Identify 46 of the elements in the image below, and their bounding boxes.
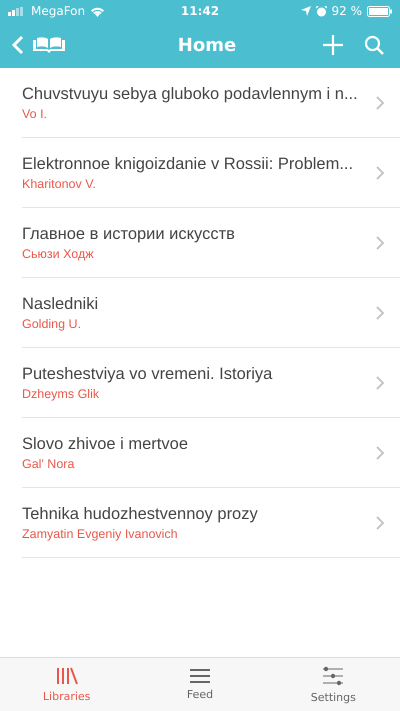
chevron-right-icon: [376, 166, 384, 180]
book-author: Gal' Nora: [22, 456, 76, 470]
book-title: Puteshestviya vo vremeni. Istoriya: [22, 364, 274, 384]
chevron-right-icon: [376, 236, 384, 250]
wifi-icon: [90, 6, 106, 16]
alarm-icon: [316, 6, 326, 16]
chevron-right-icon: [376, 376, 384, 390]
open-book-icon[interactable]: [32, 36, 66, 54]
book-row[interactable]: Tehnika hudozhestvennoy prozy Zamyatin Evgeniy Ivanovich: [22, 488, 400, 558]
sliders-icon: [323, 666, 344, 686]
book-title: Chuvstvuyu sebya gluboko podavlennym i n...: [22, 84, 359, 104]
chevron-right-icon: [376, 306, 384, 320]
tab-button[interactable]: Feed: [133, 658, 267, 711]
location-icon: [300, 6, 310, 16]
book-author: Dzheyms Glik: [22, 386, 100, 400]
book-row[interactable]: Главное в истории искусств Сьюзи Ходж: [22, 208, 400, 278]
search-icon: [364, 35, 384, 55]
book-title: Главное в истории искусств: [22, 224, 236, 244]
books-icon: [56, 666, 78, 684]
chevron-right-icon: [376, 96, 384, 110]
book-author: Сьюзи Ходж: [22, 246, 95, 260]
book-title: Elektronnoe knigoizdanie v Rossii: Problem...: [22, 154, 354, 174]
plus-icon: [322, 34, 344, 56]
chevron-right-icon: [376, 446, 384, 460]
book-row[interactable]: Slovo zhivoe i mertvoe Gal' Nora: [22, 418, 400, 488]
chevron-right-icon: [376, 516, 384, 530]
book-row[interactable]: Nasledniki Golding U.: [22, 278, 400, 348]
screen-title: Home: [176, 34, 238, 56]
book-title: Slovo zhivoe i mertvoe: [22, 434, 189, 454]
signal-icon: [8, 6, 26, 16]
back-icon: [12, 35, 24, 55]
book-title: Nasledniki: [22, 294, 100, 314]
book-author: Vo I.: [22, 106, 48, 120]
tab-button[interactable]: Settings: [266, 658, 400, 711]
book-author: Zamyatin Evgeniy Ivanovich: [22, 526, 179, 540]
book-row[interactable]: Elektronnoe knigoizdanie v Rossii: Problem... Kharitonov V.: [22, 138, 400, 208]
battery-percent: 92 %: [332, 4, 362, 18]
clock-time: 11:42: [180, 4, 220, 18]
book-title: Tehnika hudozhestvennoy prozy: [22, 504, 259, 524]
battery-icon: [367, 6, 392, 16]
book-row[interactable]: Puteshestviya vo vremeni. Istoriya Dzheyms Glik: [22, 348, 400, 418]
carrier-name: MegaFon: [31, 4, 86, 18]
book-row[interactable]: Chuvstvuyu sebya gluboko podavlennym i n... Vo I.: [22, 68, 400, 138]
menu-icon: [190, 668, 210, 682]
book-author: Golding U.: [22, 316, 82, 330]
book-author: Kharitonov V.: [22, 176, 97, 190]
